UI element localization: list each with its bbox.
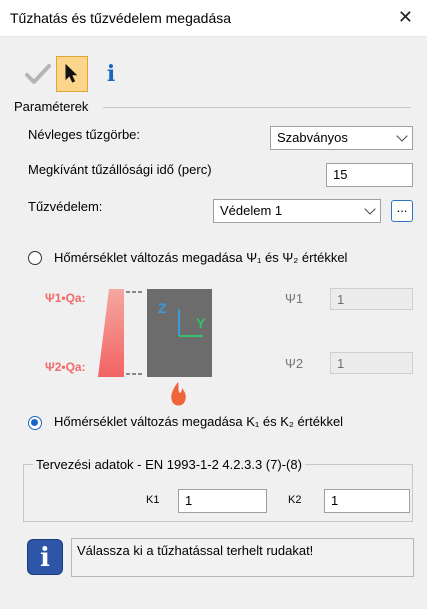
temperature-diagram: Z Y — [98, 289, 212, 406]
diagram-top-label: Ψ1•Qa: — [45, 291, 86, 305]
k2-label: K2 — [288, 494, 302, 506]
psi2-value: 1 — [337, 356, 345, 371]
close-button[interactable]: ✕ — [398, 8, 413, 26]
axis-y-label: Y — [196, 315, 206, 331]
psi1-value: 1 — [337, 292, 345, 307]
fire-curve-select[interactable]: Szabványos — [270, 126, 413, 150]
chevron-down-icon — [396, 130, 408, 142]
fire-time-input[interactable]: 15 — [326, 163, 413, 187]
option-k-label[interactable]: Hőmérséklet változás megadása K₁ és K₂ é… — [54, 414, 343, 429]
status-message: Válassza ki a tűzhatással terhelt rudaka… — [77, 543, 314, 558]
fire-time-label: Megkívánt tűzállósági idő (perc) — [28, 162, 212, 177]
parameters-group-label: Paraméterek — [14, 99, 89, 114]
psi1-input[interactable]: 1 — [330, 288, 413, 310]
status-info-icon: i — [27, 539, 63, 575]
protection-select[interactable]: Védelem 1 — [213, 199, 381, 223]
k1-label: K1 — [146, 494, 160, 506]
fire-curve-value: Szabványos — [277, 130, 348, 145]
option-k-radio[interactable] — [28, 416, 42, 430]
k1-input[interactable]: 1 — [178, 489, 267, 513]
title-bar: Tűzhatás és tűzvédelem megadása ✕ — [0, 0, 427, 37]
ok-button[interactable] — [22, 56, 54, 92]
group-divider — [103, 107, 411, 108]
fire-time-value: 15 — [333, 167, 348, 182]
fire-curve-label: Névleges tűzgörbe: — [28, 127, 141, 142]
option-psi-radio[interactable] — [28, 251, 42, 265]
select-members-button[interactable] — [56, 56, 88, 92]
psi1-label: Ψ1 — [285, 291, 304, 306]
protection-label: Tűzvédelem: — [28, 199, 103, 214]
info-button[interactable]: i — [98, 56, 124, 92]
cursor-icon — [65, 64, 78, 83]
option-psi-label[interactable]: Hőmérséklet változás megadása Ψ₁ és Ψ₂ é… — [54, 250, 347, 265]
axis-z-label: Z — [158, 300, 167, 316]
flame-icon — [171, 382, 186, 406]
k2-value: 1 — [331, 493, 339, 508]
design-data-legend: Tervezési adatok - EN 1993-1-2 4.2.3.3 (… — [33, 457, 305, 472]
protection-value: Védelem 1 — [220, 203, 283, 218]
temperature-gradient-shape — [98, 289, 124, 377]
k1-value: 1 — [185, 493, 193, 508]
info-icon: i — [106, 61, 116, 87]
chevron-down-icon — [364, 203, 376, 215]
diagram-bottom-label: Ψ2•Qa: — [45, 360, 86, 374]
status-message-box: Válassza ki a tűzhatással terhelt rudaka… — [71, 538, 414, 577]
protection-more-button[interactable]: ... — [391, 200, 413, 222]
k2-input[interactable]: 1 — [324, 489, 410, 513]
psi2-label: Ψ2 — [285, 356, 304, 371]
window-title: Tűzhatás és tűzvédelem megadása — [10, 10, 232, 26]
psi2-input[interactable]: 1 — [330, 352, 413, 374]
checkmark-icon — [25, 64, 51, 84]
